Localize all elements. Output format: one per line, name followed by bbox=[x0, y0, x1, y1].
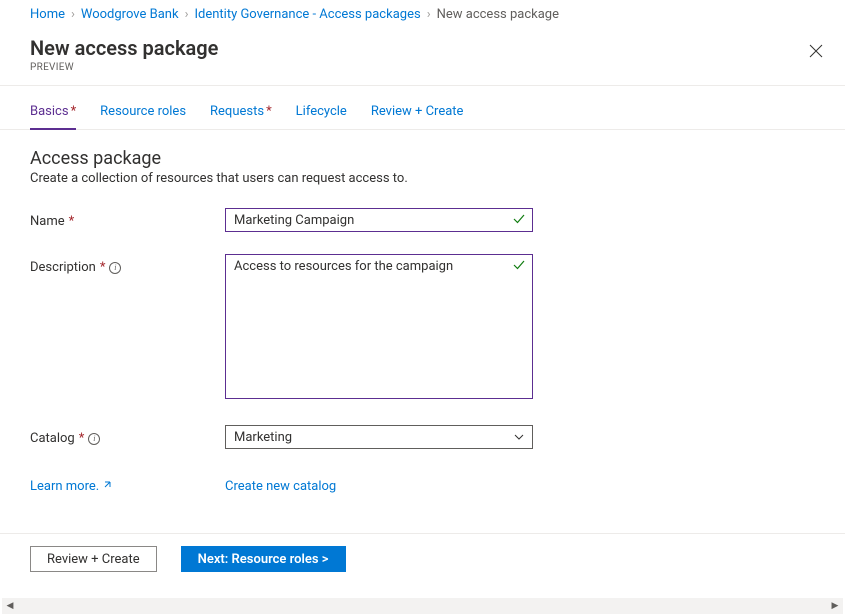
label-text: Description bbox=[30, 260, 96, 275]
page-header: New access package PREVIEW bbox=[0, 28, 845, 86]
next-resource-roles-button[interactable]: Next: Resource roles > bbox=[181, 546, 346, 572]
catalog-select[interactable]: Marketing bbox=[225, 425, 533, 449]
tabs: Basics* Resource roles Requests* Lifecyc… bbox=[0, 86, 845, 130]
close-button[interactable] bbox=[805, 40, 827, 66]
external-link-icon bbox=[103, 480, 113, 493]
chevron-right-icon: › bbox=[185, 7, 189, 22]
catalog-label: Catalog * i bbox=[30, 425, 225, 446]
learn-more-link[interactable]: Learn more. bbox=[30, 479, 225, 494]
review-create-button[interactable]: Review + Create bbox=[30, 546, 157, 572]
footer: Review + Create Next: Resource roles > bbox=[0, 533, 845, 584]
required-marker: * bbox=[100, 260, 106, 275]
close-icon bbox=[809, 44, 823, 58]
tab-resource-roles[interactable]: Resource roles bbox=[100, 104, 186, 129]
catalog-select-wrap: Marketing bbox=[225, 425, 533, 449]
info-icon[interactable]: i bbox=[88, 433, 100, 445]
description-label: Description * i bbox=[30, 254, 225, 275]
breadcrumb-current: New access package bbox=[437, 7, 559, 22]
breadcrumb-item-governance[interactable]: Identity Governance - Access packages bbox=[194, 7, 420, 22]
label-text: Name bbox=[30, 214, 65, 229]
tab-label: Lifecycle bbox=[296, 104, 347, 119]
scroll-track[interactable] bbox=[18, 598, 827, 614]
form-row-catalog: Catalog * i Marketing bbox=[30, 425, 815, 449]
section-title: Access package bbox=[30, 148, 815, 169]
info-icon[interactable]: i bbox=[109, 262, 121, 274]
chevron-right-icon: › bbox=[71, 7, 75, 22]
required-marker: * bbox=[79, 431, 85, 446]
breadcrumb: Home › Woodgrove Bank › Identity Governa… bbox=[0, 0, 845, 28]
tab-lifecycle[interactable]: Lifecycle bbox=[296, 104, 347, 129]
section-description: Create a collection of resources that us… bbox=[30, 171, 815, 186]
page-title: New access package bbox=[30, 36, 815, 60]
link-text: Create new catalog bbox=[225, 479, 336, 494]
name-input-wrap bbox=[225, 208, 533, 232]
breadcrumb-item-home[interactable]: Home bbox=[30, 7, 65, 22]
tab-label: Requests bbox=[210, 104, 264, 119]
tab-label: Resource roles bbox=[100, 104, 186, 119]
content: Access package Create a collection of re… bbox=[0, 130, 845, 494]
name-input[interactable] bbox=[225, 208, 533, 232]
link-text: Learn more. bbox=[30, 479, 99, 494]
form-row-name: Name * bbox=[30, 208, 815, 232]
tab-label: Basics bbox=[30, 104, 69, 119]
chevron-right-icon: › bbox=[427, 7, 431, 22]
horizontal-scrollbar[interactable]: ◀ ▶ bbox=[2, 598, 843, 614]
tab-basics[interactable]: Basics* bbox=[30, 104, 76, 129]
link-row: Learn more. Create new catalog bbox=[30, 479, 815, 494]
check-icon bbox=[513, 213, 525, 229]
name-label: Name * bbox=[30, 208, 225, 229]
scroll-left-arrow-icon[interactable]: ◀ bbox=[2, 598, 18, 614]
form-row-description: Description * i bbox=[30, 254, 815, 403]
breadcrumb-item-woodgrove[interactable]: Woodgrove Bank bbox=[81, 7, 179, 22]
tab-requests[interactable]: Requests* bbox=[210, 104, 272, 129]
page-subtitle: PREVIEW bbox=[30, 62, 815, 73]
description-input-wrap bbox=[225, 254, 533, 403]
create-catalog-link[interactable]: Create new catalog bbox=[225, 479, 336, 494]
scroll-right-arrow-icon[interactable]: ▶ bbox=[827, 598, 843, 614]
required-marker: * bbox=[71, 104, 77, 119]
required-marker: * bbox=[69, 214, 75, 229]
tab-label: Review + Create bbox=[371, 104, 464, 119]
label-text: Catalog bbox=[30, 431, 75, 446]
required-marker: * bbox=[266, 104, 272, 119]
check-icon bbox=[513, 259, 525, 275]
tab-review-create[interactable]: Review + Create bbox=[371, 104, 464, 129]
description-input[interactable] bbox=[225, 254, 533, 399]
